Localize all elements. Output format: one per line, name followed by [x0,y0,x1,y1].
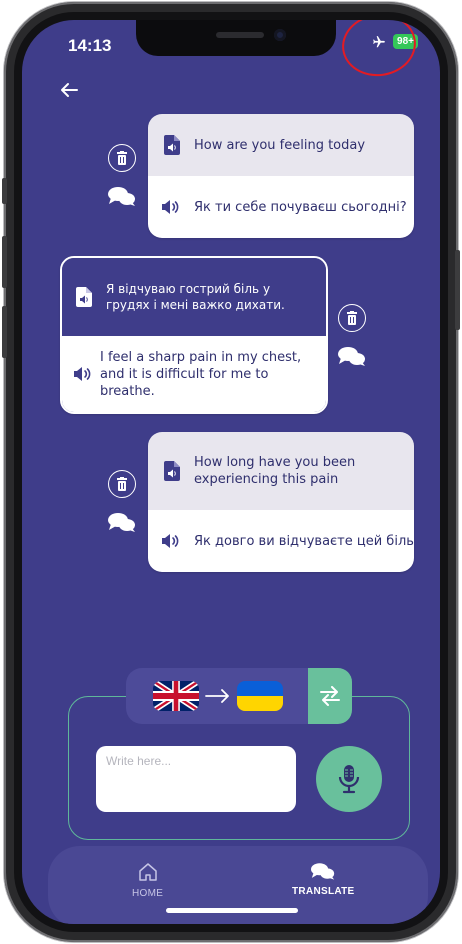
nav-item-translate[interactable]: TRANSLATE [292,862,355,897]
message-card: How long have you been experiencing this… [148,432,414,572]
app-screen: 14:13 98+ How are you feeling today Як т… [22,20,440,924]
chat-bubbles-icon[interactable] [338,346,366,366]
nav-label-translate: TRANSLATE [292,886,355,897]
chat-bubbles-icon[interactable] [108,186,136,206]
status-time: 14:13 [68,36,112,55]
mute-switch [2,178,7,204]
uk-flag-icon[interactable] [153,681,199,711]
message-actions [338,304,366,366]
translation-row: Як довго ви відчуваєте цей біль [148,510,414,572]
source-row: Я відчуваю гострий біль у грудях і мені … [62,258,326,336]
swap-icon [320,686,340,706]
message-card: Я відчуваю гострий біль у грудях і мені … [60,256,328,414]
source-text: How are you feeling today [194,137,366,153]
microphone-icon [338,765,360,794]
audio-file-icon[interactable] [164,461,180,481]
message-card: How are you feeling today Як ти себе поч… [148,114,414,238]
trash-icon [117,477,127,491]
volume-down-button [2,306,7,358]
back-button[interactable] [60,82,78,102]
translation-row: I feel a sharp pain in my chest, and it … [62,336,326,412]
delete-button[interactable] [108,470,136,498]
back-arrow-icon [61,83,78,97]
message-actions [108,144,136,206]
translated-text: Як ти себе почуваєш сьогодні? [194,199,407,215]
delete-button[interactable] [338,304,366,332]
translated-text: I feel a sharp pain in my chest, and it … [100,349,302,399]
delete-button[interactable] [108,144,136,172]
language-selector[interactable] [126,668,310,724]
speaker-icon[interactable] [74,367,92,381]
notch [136,20,336,56]
chat-bubbles-icon[interactable] [108,512,136,532]
nav-label-home: HOME [132,888,164,899]
nav-item-home[interactable]: HOME [132,862,163,899]
speaker-icon[interactable] [162,200,180,214]
source-text: Я відчуваю гострий біль у грудях і мені … [106,282,285,312]
microphone-button[interactable] [316,746,382,812]
translation-row: Як ти себе почуваєш сьогодні? [148,176,414,238]
source-row: How are you feeling today [148,114,414,176]
home-indicator [166,908,298,913]
front-camera [274,29,286,41]
trash-icon [347,311,357,325]
source-row: How long have you been experiencing this… [148,432,414,510]
volume-up-button [2,236,7,288]
source-text: How long have you been experiencing this… [194,455,356,487]
ukraine-flag-icon[interactable] [237,681,283,711]
message-input[interactable] [96,746,296,812]
message-actions [108,470,136,532]
chat-bubbles-icon [311,863,335,880]
trash-icon [117,151,127,165]
audio-file-icon[interactable] [76,287,92,307]
swap-languages-button[interactable] [308,668,352,724]
home-icon [138,863,157,881]
audio-file-icon[interactable] [164,135,180,155]
translated-text: Як довго ви відчуваєте цей біль [194,533,414,549]
speaker-grille [216,32,264,38]
speaker-icon[interactable] [162,534,180,548]
power-button [455,250,460,330]
arrow-right-icon [205,689,229,703]
annotation-circle [338,20,420,81]
